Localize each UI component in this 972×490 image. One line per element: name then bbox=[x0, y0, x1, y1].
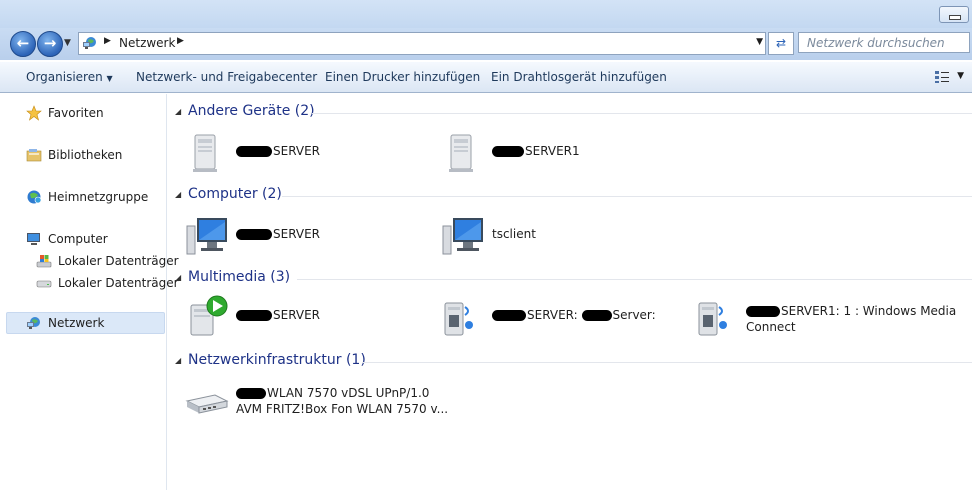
redaction-mark bbox=[236, 310, 272, 321]
device-item[interactable]: SERVER1 bbox=[441, 131, 641, 175]
group-header-netzwerkinfrastruktur[interactable]: ◢ Netzwerkinfrastruktur (1) bbox=[173, 352, 366, 372]
sidebar-item-label: Netzwerk bbox=[48, 316, 105, 330]
content-pane: ◢ Andere Geräte (2) SERVER SERVER1 ◢ Com… bbox=[167, 94, 972, 490]
computer-item[interactable]: tsclient bbox=[441, 214, 641, 258]
server-icon bbox=[193, 134, 217, 172]
device-name: SERVER bbox=[236, 143, 320, 159]
computer-item[interactable]: SERVER bbox=[185, 214, 385, 258]
sidebar-item-computer[interactable]: Computer bbox=[8, 229, 158, 249]
title-bar bbox=[0, 0, 972, 28]
minimize-button[interactable] bbox=[939, 6, 969, 23]
group-title: Computer (2) bbox=[188, 186, 282, 202]
organize-label: Organisieren bbox=[26, 70, 103, 84]
star-icon bbox=[26, 105, 42, 121]
breadcrumb-netzwerk[interactable]: Netzwerk bbox=[119, 36, 175, 50]
drive-icon bbox=[36, 280, 52, 288]
sidebar-item-label: Lokaler Datenträger bbox=[58, 276, 179, 290]
view-dropdown-icon[interactable]: ▼ bbox=[957, 71, 964, 81]
breadcrumb-separator-icon[interactable]: ▶ bbox=[177, 36, 184, 46]
library-icon bbox=[26, 149, 42, 162]
sidebar-item-lokaler-datentraeger-d[interactable]: Lokaler Datenträger bbox=[8, 273, 179, 293]
group-title: Andere Geräte (2) bbox=[188, 103, 315, 119]
server-icon bbox=[449, 134, 473, 172]
back-button[interactable]: ← bbox=[10, 31, 36, 57]
router-item[interactable]: WLAN 7570 vDSL UPnP/1.0 AVM FRITZ!Box Fon… bbox=[185, 381, 465, 425]
history-dropdown-icon[interactable]: ▼ bbox=[64, 38, 71, 48]
media-item[interactable]: SERVER: Server: bbox=[441, 295, 671, 339]
sidebar-item-favoriten[interactable]: Favoriten bbox=[8, 103, 158, 123]
group-divider bbox=[282, 196, 972, 197]
computer-monitor-icon bbox=[186, 218, 227, 255]
computer-monitor-icon bbox=[442, 218, 483, 255]
sidebar-item-netzwerk[interactable]: Netzwerk bbox=[8, 313, 158, 333]
refresh-icon: ⇄ bbox=[775, 36, 787, 50]
sidebar-item-lokaler-datentraeger-c[interactable]: Lokaler Datenträger bbox=[8, 251, 179, 271]
chevron-down-icon: ▼ bbox=[106, 74, 113, 83]
sidebar-item-label: Bibliotheken bbox=[48, 148, 123, 162]
device-name: SERVER bbox=[236, 307, 320, 323]
sidebar-item-bibliotheken[interactable]: Bibliotheken bbox=[8, 145, 158, 165]
group-title: Multimedia (3) bbox=[188, 269, 291, 285]
computer-icon bbox=[27, 233, 40, 245]
redaction-mark bbox=[236, 388, 266, 399]
media-item[interactable]: SERVER1: 1 : Windows Media Connect bbox=[695, 295, 957, 339]
device-name: SERVER1: 1 : Windows Media Connect bbox=[746, 304, 957, 334]
device-name: WLAN 7570 vDSL UPnP/1.0 AVM FRITZ!Box Fon… bbox=[236, 386, 449, 416]
sidebar-item-label: Computer bbox=[48, 232, 108, 246]
sidebar-item-label: Favoriten bbox=[48, 106, 104, 120]
collapse-triangle-icon: ◢ bbox=[175, 273, 182, 282]
network-icon bbox=[83, 37, 96, 49]
network-center-button[interactable]: Netzwerk- und Freigabecenter bbox=[136, 70, 317, 84]
group-divider bbox=[312, 113, 972, 114]
media-device-icon bbox=[444, 302, 473, 336]
address-bar-row: ← → ▼ ▶ Netzwerk ▶ ▼ ⇄ Netzwerk durchsuc… bbox=[0, 28, 972, 60]
address-dropdown-icon[interactable]: ▼ bbox=[756, 37, 763, 47]
redaction-mark bbox=[581, 310, 612, 321]
collapse-triangle-icon: ◢ bbox=[175, 356, 182, 365]
navigation-pane: Favoriten Bibliotheken Heimnetzgruppe Co… bbox=[0, 94, 179, 490]
media-server-icon bbox=[190, 295, 228, 336]
media-device-icon bbox=[698, 302, 727, 336]
sidebar-item-label: Lokaler Datenträger bbox=[58, 254, 179, 268]
redaction-mark bbox=[236, 229, 272, 240]
windows-drive-icon bbox=[36, 255, 52, 268]
minimize-icon bbox=[949, 15, 961, 20]
sidebar-item-label: Heimnetzgruppe bbox=[48, 190, 149, 204]
refresh-button[interactable]: ⇄ bbox=[768, 32, 794, 55]
group-title: Netzwerkinfrastruktur (1) bbox=[188, 352, 366, 368]
group-header-andere-geraete[interactable]: ◢ Andere Geräte (2) bbox=[173, 103, 315, 123]
breadcrumb-separator-icon[interactable]: ▶ bbox=[104, 36, 111, 46]
redaction-mark bbox=[236, 146, 272, 157]
search-input[interactable]: Netzwerk durchsuchen bbox=[798, 32, 970, 53]
group-header-computer[interactable]: ◢ Computer (2) bbox=[173, 186, 293, 206]
organize-button[interactable]: Organisieren ▼ bbox=[26, 70, 113, 84]
view-options-icon[interactable] bbox=[934, 70, 950, 84]
collapse-triangle-icon: ◢ bbox=[175, 190, 182, 199]
device-name: SERVER bbox=[236, 226, 320, 242]
add-wireless-device-button[interactable]: Ein Drahtlosgerät hinzufügen bbox=[491, 70, 667, 84]
collapse-triangle-icon: ◢ bbox=[175, 107, 182, 116]
add-printer-button[interactable]: Einen Drucker hinzufügen bbox=[325, 70, 480, 84]
device-name: SERVER1 bbox=[492, 143, 580, 159]
homegroup-icon bbox=[27, 190, 42, 204]
redaction-mark bbox=[492, 146, 524, 157]
network-icon bbox=[27, 317, 40, 329]
router-icon bbox=[185, 394, 229, 414]
redaction-mark bbox=[492, 310, 526, 321]
device-name: tsclient bbox=[492, 227, 536, 241]
group-divider bbox=[297, 279, 972, 280]
group-header-multimedia[interactable]: ◢ Multimedia (3) bbox=[173, 269, 303, 289]
command-bar: Organisieren ▼ Netzwerk- und Freigabecen… bbox=[0, 62, 972, 93]
redaction-mark bbox=[746, 306, 780, 317]
device-item[interactable]: SERVER bbox=[185, 131, 385, 175]
group-divider bbox=[362, 362, 972, 363]
address-box[interactable]: ▶ Netzwerk ▶ ▼ bbox=[78, 32, 766, 55]
sidebar-item-heimnetzgruppe[interactable]: Heimnetzgruppe bbox=[8, 187, 158, 207]
device-name: SERVER: Server: bbox=[492, 307, 656, 323]
forward-button[interactable]: → bbox=[37, 31, 63, 57]
media-item[interactable]: SERVER bbox=[185, 295, 385, 339]
